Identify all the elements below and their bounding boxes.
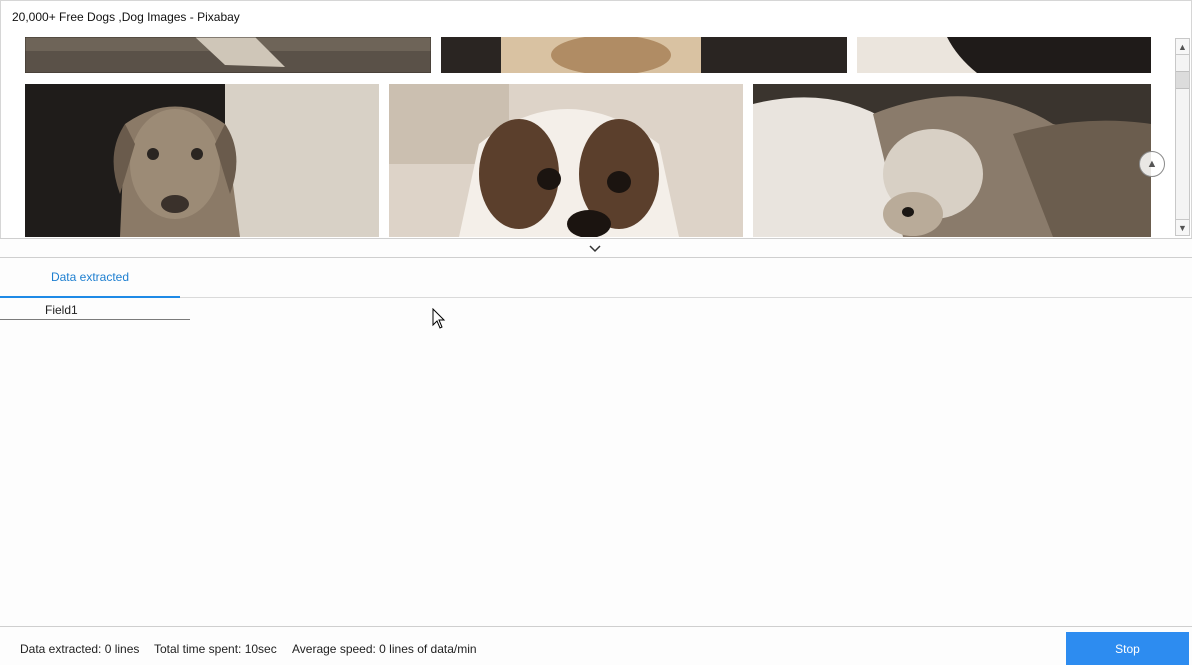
arrow-up-icon: ▲ bbox=[1146, 158, 1158, 170]
scroll-up-button[interactable]: ▲ bbox=[1176, 39, 1189, 55]
spaniel-dog-photo[interactable] bbox=[389, 84, 743, 237]
dog-photo-top-right[interactable] bbox=[857, 37, 1151, 73]
status-bar: Data extracted: 0 lines Total time spent… bbox=[0, 626, 1192, 665]
stop-button[interactable]: Stop bbox=[1066, 632, 1189, 665]
weimaraner-dog-photo[interactable] bbox=[25, 84, 379, 237]
dog-photo-top-left[interactable] bbox=[25, 37, 431, 73]
dog-photo-top-middle[interactable] bbox=[441, 37, 847, 73]
vertical-scrollbar[interactable]: ▲ ▼ bbox=[1175, 38, 1190, 236]
scroll-down-button[interactable]: ▼ bbox=[1176, 219, 1189, 235]
status-average-speed: Average speed: 0 lines of data/min bbox=[292, 642, 477, 656]
chevron-down-icon[interactable] bbox=[588, 243, 602, 253]
tab-data-extracted[interactable]: Data extracted bbox=[0, 258, 180, 298]
tab-bar: Data extracted bbox=[0, 258, 1192, 298]
chevron-down-icon: ▼ bbox=[1178, 222, 1187, 233]
column-header-field1[interactable]: Field1 bbox=[0, 300, 190, 320]
back-to-top-button[interactable]: ▲ bbox=[1139, 151, 1165, 177]
status-time-spent: Total time spent: 10sec bbox=[154, 642, 277, 656]
panel-splitter[interactable] bbox=[0, 238, 1192, 258]
web-content[interactable] bbox=[1, 37, 1173, 237]
column-header-label: Field1 bbox=[45, 303, 78, 317]
chevron-up-icon: ▲ bbox=[1178, 41, 1187, 52]
tab-label: Data extracted bbox=[50, 270, 130, 284]
scroll-thumb[interactable] bbox=[1176, 71, 1189, 89]
cat-and-dog-photo[interactable] bbox=[753, 84, 1151, 237]
browser-preview: 20,000+ Free Dogs ,Dog Images - Pixabay bbox=[0, 0, 1192, 239]
status-data-extracted: Data extracted: 0 lines bbox=[20, 642, 140, 656]
mouse-cursor-icon bbox=[432, 308, 446, 329]
page-title: 20,000+ Free Dogs ,Dog Images - Pixabay bbox=[12, 10, 240, 24]
